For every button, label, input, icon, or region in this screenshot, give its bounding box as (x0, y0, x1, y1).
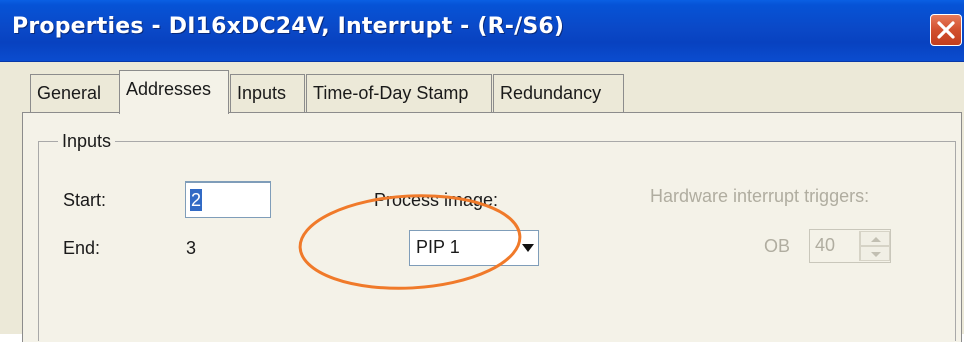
start-address-value: 2 (190, 189, 203, 211)
ob-number-value: 40 (815, 235, 836, 255)
tab-label: Addresses (126, 79, 212, 99)
tab-label: Time-of-Day Stamp (313, 83, 469, 103)
ob-spin-down-button[interactable] (860, 246, 890, 261)
process-image-dropdown-button[interactable] (519, 232, 537, 264)
ob-spin-up-button[interactable] (860, 231, 890, 246)
arrow-up-icon (871, 237, 881, 242)
inputs-group-title: Inputs (58, 131, 116, 152)
tab-inputs[interactable]: Inputs (230, 74, 305, 112)
title-bar[interactable]: Properties - DI16xDC24V, Interrupt - (R-… (0, 0, 964, 62)
arrow-down-icon (871, 252, 881, 257)
end-label: End: (63, 238, 101, 258)
chevron-down-icon (522, 244, 534, 252)
start-label: Start: (63, 190, 107, 210)
process-image-select[interactable]: PIP 1 (409, 230, 539, 266)
tab-addresses[interactable]: Addresses (119, 70, 229, 114)
properties-dialog: Properties - DI16xDC24V, Interrupt - (R-… (0, 0, 964, 342)
ob-number-spinner[interactable]: 40 (809, 229, 891, 263)
tab-time-of-day-stamp[interactable]: Time-of-Day Stamp (306, 74, 492, 112)
tab-general[interactable]: General (30, 74, 126, 112)
window-title: Properties - DI16xDC24V, Interrupt - (R-… (12, 14, 565, 39)
ob-spinner-buttons (859, 231, 890, 261)
start-address-input[interactable]: 2 (185, 181, 271, 218)
tab-redundancy[interactable]: Redundancy (493, 74, 624, 112)
process-image-label: Process image: (374, 190, 499, 210)
tab-label: Inputs (237, 83, 287, 103)
end-address-value: 3 (186, 238, 197, 258)
tab-label: General (37, 83, 102, 103)
process-image-value: PIP 1 (416, 237, 460, 257)
hardware-interrupt-triggers-label: Hardware interrupt triggers: (650, 186, 870, 206)
close-button[interactable] (930, 14, 962, 46)
tab-label: Redundancy (500, 83, 602, 103)
close-icon (937, 21, 955, 39)
ob-label: OB (764, 236, 791, 256)
